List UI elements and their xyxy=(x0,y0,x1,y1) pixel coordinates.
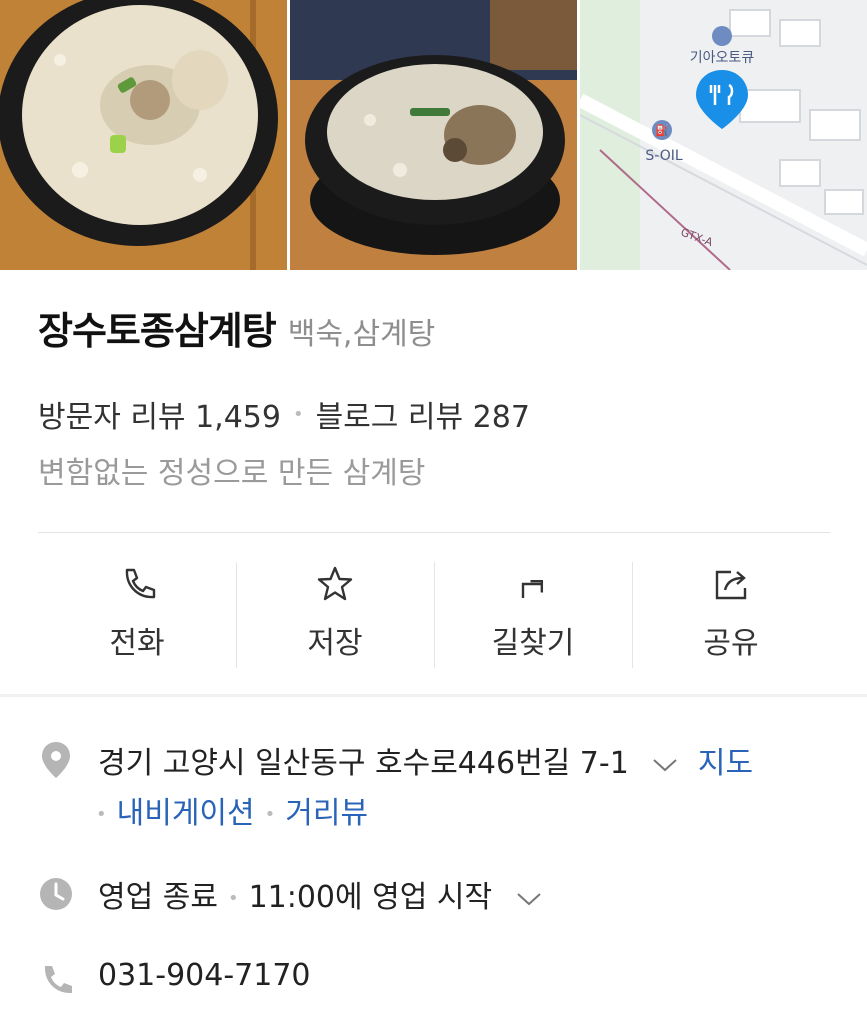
chevron-down-icon[interactable] xyxy=(516,891,542,907)
photo-soup-1[interactable] xyxy=(0,0,287,270)
place-category: 백숙,삼계탕 xyxy=(287,317,436,352)
call-label: 전화 xyxy=(109,626,165,661)
photo-gallery: ⛽ S-OIL GTX-A 기아오토큐 xyxy=(0,0,867,270)
directions-icon xyxy=(521,579,544,598)
share-button[interactable]: 공유 xyxy=(632,556,830,668)
photo-soup-2[interactable] xyxy=(290,0,577,270)
hours-status: 영업 종료 xyxy=(98,880,218,915)
map-thumbnail[interactable]: ⛽ S-OIL GTX-A 기아오토큐 xyxy=(580,0,867,270)
directions-label: 길찾기 xyxy=(491,626,575,661)
star-icon xyxy=(317,566,353,601)
blog-reviews-link[interactable]: 블로그 리뷰 287 xyxy=(316,392,530,436)
phone-icon xyxy=(44,966,72,994)
map-link[interactable]: 지도 xyxy=(698,746,753,781)
place-name: 장수토종삼계탕 xyxy=(38,309,277,353)
svg-text:⛽: ⛽ xyxy=(655,124,669,137)
divider xyxy=(38,532,830,533)
address-text[interactable]: 경기 고양시 일산동구 호수로446번길 7-1 xyxy=(98,746,629,781)
save-label: 저장 xyxy=(307,626,363,661)
navigation-link[interactable]: 내비게이션 xyxy=(117,796,255,831)
section-divider xyxy=(0,694,867,697)
action-bar: 전화 저장 길찾기 공유 xyxy=(38,556,830,668)
directions-button[interactable]: 길찾기 xyxy=(434,556,632,668)
street-view-link[interactable]: 거리뷰 xyxy=(285,796,368,831)
hours-next: 11:00에 영업 시작 xyxy=(248,880,493,915)
clock-icon xyxy=(40,878,72,910)
call-button[interactable]: 전화 xyxy=(38,556,236,668)
share-icon xyxy=(715,570,747,600)
save-button[interactable]: 저장 xyxy=(236,556,434,668)
separator-dot: • xyxy=(227,888,239,909)
visitor-reviews-link[interactable]: 방문자 리뷰 1,459 xyxy=(38,392,281,436)
place-description: 변함없는 정성으로 만든 삼계탕 xyxy=(38,456,426,491)
separator-dot: • xyxy=(96,804,107,825)
chevron-down-icon[interactable] xyxy=(652,757,678,773)
map-gas-label: S-OIL xyxy=(645,148,682,164)
share-label: 공유 xyxy=(703,626,759,661)
address-links: • 내비게이션 • 거리뷰 xyxy=(96,788,368,832)
location-pin-icon xyxy=(42,742,70,778)
separator-dot: • xyxy=(292,403,304,425)
review-counts: 방문자 리뷰 1,459 • 블로그 리뷰 287 xyxy=(38,392,530,436)
separator-dot: • xyxy=(264,804,276,825)
map-poi-label: 기아오토큐 xyxy=(690,50,755,66)
phone-icon xyxy=(125,568,156,599)
phone-number[interactable]: 031-904-7170 xyxy=(98,958,311,993)
